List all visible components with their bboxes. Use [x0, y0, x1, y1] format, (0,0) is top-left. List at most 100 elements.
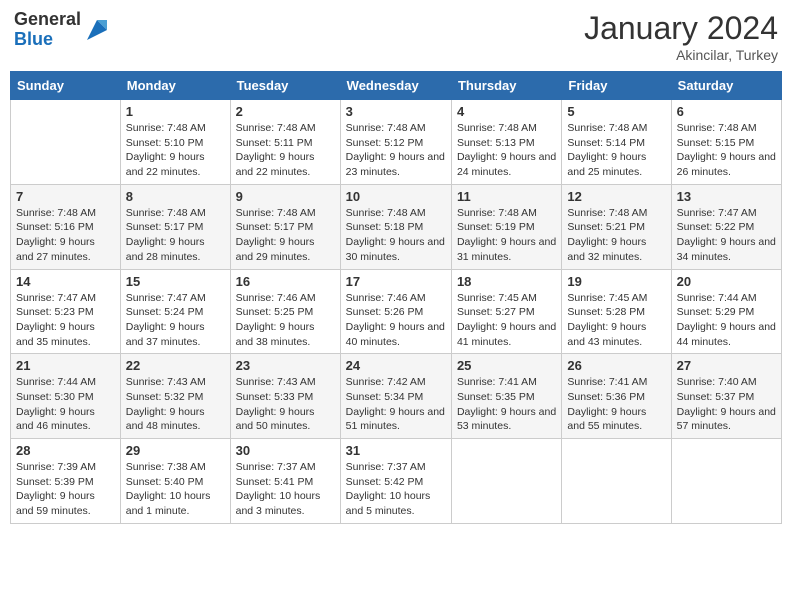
- calendar-table: SundayMondayTuesdayWednesdayThursdayFrid…: [10, 71, 782, 524]
- day-detail: Sunrise: 7:41 AMSunset: 5:36 PMDaylight:…: [567, 375, 665, 434]
- day-detail: Sunrise: 7:37 AMSunset: 5:41 PMDaylight:…: [236, 460, 335, 519]
- day-number: 10: [346, 189, 446, 204]
- calendar-cell: 2Sunrise: 7:48 AMSunset: 5:11 PMDaylight…: [230, 100, 340, 185]
- calendar-cell: 11 Sunrise: 7:48 AMSunset: 5:19 PMDayligh…: [451, 184, 561, 269]
- day-detail: Sunrise: 7:47 AMSunset: 5:24 PMDaylight:…: [126, 291, 225, 350]
- calendar-cell: 29 Sunrise: 7:38 AMSunset: 5:40 PMDayligh…: [120, 439, 230, 524]
- day-detail: Sunrise: 7:48 AMSunset: 5:17 PMDaylight:…: [126, 206, 225, 265]
- logo-icon: [83, 16, 111, 44]
- day-detail: Sunrise: 7:43 AMSunset: 5:32 PMDaylight:…: [126, 375, 225, 434]
- day-detail: Sunrise: 7:44 AMSunset: 5:30 PMDaylight:…: [16, 375, 115, 434]
- day-detail: Sunrise: 7:37 AMSunset: 5:42 PMDaylight:…: [346, 460, 446, 519]
- calendar-cell: 28 Sunrise: 7:39 AMSunset: 5:39 PMDayligh…: [11, 439, 121, 524]
- day-detail: Sunrise: 7:48 AMSunset: 5:16 PMDaylight:…: [16, 206, 115, 265]
- calendar-cell: 13Sunrise: 7:47 AMSunset: 5:22 PMDayligh…: [671, 184, 781, 269]
- logo: General Blue: [14, 10, 111, 50]
- day-number: 1: [126, 104, 225, 119]
- day-detail: Sunrise: 7:48 AMSunset: 5:13 PMDaylight:…: [457, 121, 556, 180]
- day-number: 28: [16, 443, 115, 458]
- calendar-cell: 19 Sunrise: 7:45 AMSunset: 5:28 PMDayligh…: [562, 269, 671, 354]
- calendar-cell: 24Sunrise: 7:42 AMSunset: 5:34 PMDayligh…: [340, 354, 451, 439]
- location: Akincilar, Turkey: [584, 47, 778, 63]
- day-number: 18: [457, 274, 556, 289]
- calendar-cell: 23 Sunrise: 7:43 AMSunset: 5:33 PMDayligh…: [230, 354, 340, 439]
- calendar-cell: 4 Sunrise: 7:48 AMSunset: 5:13 PMDaylight…: [451, 100, 561, 185]
- weekday-header-saturday: Saturday: [671, 72, 781, 100]
- day-number: 11: [457, 189, 556, 204]
- day-detail: Sunrise: 7:47 AMSunset: 5:23 PMDaylight:…: [16, 291, 115, 350]
- day-detail: Sunrise: 7:40 AMSunset: 5:37 PMDaylight:…: [677, 375, 776, 434]
- logo-general: General: [14, 9, 81, 29]
- day-number: 16: [236, 274, 335, 289]
- day-detail: Sunrise: 7:46 AMSunset: 5:25 PMDaylight:…: [236, 291, 335, 350]
- calendar-cell: 26 Sunrise: 7:41 AMSunset: 5:36 PMDayligh…: [562, 354, 671, 439]
- calendar-week-row: 21Sunrise: 7:44 AMSunset: 5:30 PMDayligh…: [11, 354, 782, 439]
- day-detail: Sunrise: 7:46 AMSunset: 5:26 PMDaylight:…: [346, 291, 446, 350]
- day-number: 7: [16, 189, 115, 204]
- calendar-cell: 31 Sunrise: 7:37 AMSunset: 5:42 PMDayligh…: [340, 439, 451, 524]
- calendar-cell: 14Sunrise: 7:47 AMSunset: 5:23 PMDayligh…: [11, 269, 121, 354]
- calendar-week-row: 1 Sunrise: 7:48 AMSunset: 5:10 PMDaylight…: [11, 100, 782, 185]
- weekday-header-sunday: Sunday: [11, 72, 121, 100]
- day-number: 4: [457, 104, 556, 119]
- day-detail: Sunrise: 7:39 AMSunset: 5:39 PMDaylight:…: [16, 460, 115, 519]
- calendar-cell: 3 Sunrise: 7:48 AMSunset: 5:12 PMDaylight…: [340, 100, 451, 185]
- calendar-week-row: 7 Sunrise: 7:48 AMSunset: 5:16 PMDaylight…: [11, 184, 782, 269]
- day-number: 26: [567, 358, 665, 373]
- calendar-cell: 5 Sunrise: 7:48 AMSunset: 5:14 PMDaylight…: [562, 100, 671, 185]
- page-header: General Blue January 2024 Akincilar, Tur…: [10, 10, 782, 63]
- calendar-cell: 17Sunrise: 7:46 AMSunset: 5:26 PMDayligh…: [340, 269, 451, 354]
- day-number: 22: [126, 358, 225, 373]
- calendar-cell: 12Sunrise: 7:48 AMSunset: 5:21 PMDayligh…: [562, 184, 671, 269]
- calendar-cell: 8 Sunrise: 7:48 AMSunset: 5:17 PMDaylight…: [120, 184, 230, 269]
- day-number: 9: [236, 189, 335, 204]
- day-detail: Sunrise: 7:38 AMSunset: 5:40 PMDaylight:…: [126, 460, 225, 519]
- day-detail: Sunrise: 7:48 AMSunset: 5:17 PMDaylight:…: [236, 206, 335, 265]
- day-detail: Sunrise: 7:48 AMSunset: 5:19 PMDaylight:…: [457, 206, 556, 265]
- day-detail: Sunrise: 7:43 AMSunset: 5:33 PMDaylight:…: [236, 375, 335, 434]
- calendar-week-row: 14Sunrise: 7:47 AMSunset: 5:23 PMDayligh…: [11, 269, 782, 354]
- day-detail: Sunrise: 7:48 AMSunset: 5:15 PMDaylight:…: [677, 121, 776, 180]
- day-detail: Sunrise: 7:48 AMSunset: 5:14 PMDaylight:…: [567, 121, 665, 180]
- calendar-cell: 22 Sunrise: 7:43 AMSunset: 5:32 PMDayligh…: [120, 354, 230, 439]
- day-number: 2: [236, 104, 335, 119]
- calendar-cell: 16 Sunrise: 7:46 AMSunset: 5:25 PMDayligh…: [230, 269, 340, 354]
- day-number: 23: [236, 358, 335, 373]
- calendar-cell: 1 Sunrise: 7:48 AMSunset: 5:10 PMDaylight…: [120, 100, 230, 185]
- weekday-header-wednesday: Wednesday: [340, 72, 451, 100]
- weekday-header-friday: Friday: [562, 72, 671, 100]
- calendar-cell: 30 Sunrise: 7:37 AMSunset: 5:41 PMDayligh…: [230, 439, 340, 524]
- calendar-cell: 27 Sunrise: 7:40 AMSunset: 5:37 PMDayligh…: [671, 354, 781, 439]
- day-detail: Sunrise: 7:42 AMSunset: 5:34 PMDaylight:…: [346, 375, 446, 434]
- day-detail: Sunrise: 7:47 AMSunset: 5:22 PMDaylight:…: [677, 206, 776, 265]
- day-number: 8: [126, 189, 225, 204]
- day-number: 27: [677, 358, 776, 373]
- calendar-cell: [451, 439, 561, 524]
- calendar-cell: 20Sunrise: 7:44 AMSunset: 5:29 PMDayligh…: [671, 269, 781, 354]
- day-number: 29: [126, 443, 225, 458]
- calendar-cell: [671, 439, 781, 524]
- day-number: 19: [567, 274, 665, 289]
- day-number: 15: [126, 274, 225, 289]
- day-number: 30: [236, 443, 335, 458]
- calendar-cell: 9 Sunrise: 7:48 AMSunset: 5:17 PMDaylight…: [230, 184, 340, 269]
- calendar-cell: 21Sunrise: 7:44 AMSunset: 5:30 PMDayligh…: [11, 354, 121, 439]
- calendar-cell: [562, 439, 671, 524]
- day-detail: Sunrise: 7:48 AMSunset: 5:10 PMDaylight:…: [126, 121, 225, 180]
- day-number: 5: [567, 104, 665, 119]
- calendar-cell: 15 Sunrise: 7:47 AMSunset: 5:24 PMDayligh…: [120, 269, 230, 354]
- calendar-header-row: SundayMondayTuesdayWednesdayThursdayFrid…: [11, 72, 782, 100]
- calendar-cell: 10Sunrise: 7:48 AMSunset: 5:18 PMDayligh…: [340, 184, 451, 269]
- day-detail: Sunrise: 7:48 AMSunset: 5:12 PMDaylight:…: [346, 121, 446, 180]
- day-number: 20: [677, 274, 776, 289]
- calendar-cell: 6Sunrise: 7:48 AMSunset: 5:15 PMDaylight…: [671, 100, 781, 185]
- day-number: 3: [346, 104, 446, 119]
- logo-blue: Blue: [14, 29, 53, 49]
- calendar-cell: 18Sunrise: 7:45 AMSunset: 5:27 PMDayligh…: [451, 269, 561, 354]
- day-detail: Sunrise: 7:41 AMSunset: 5:35 PMDaylight:…: [457, 375, 556, 434]
- day-detail: Sunrise: 7:45 AMSunset: 5:28 PMDaylight:…: [567, 291, 665, 350]
- calendar-week-row: 28 Sunrise: 7:39 AMSunset: 5:39 PMDayligh…: [11, 439, 782, 524]
- day-number: 31: [346, 443, 446, 458]
- calendar-cell: 7 Sunrise: 7:48 AMSunset: 5:16 PMDaylight…: [11, 184, 121, 269]
- day-number: 12: [567, 189, 665, 204]
